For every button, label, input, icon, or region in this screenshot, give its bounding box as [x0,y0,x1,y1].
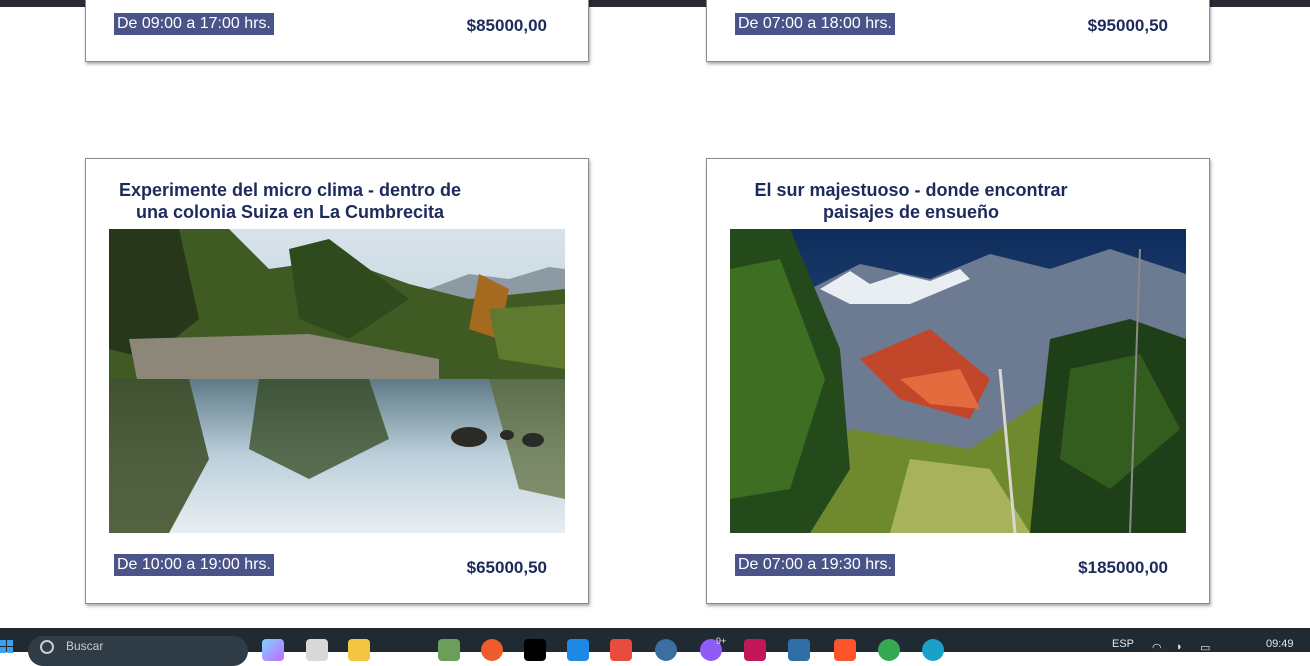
copilot-icon[interactable] [262,639,284,661]
schedule-badge: De 07:00 a 18:00 hrs. [735,13,895,35]
vscode-icon[interactable] [567,639,589,661]
price-label: $65000,50 [466,558,547,577]
app-icon[interactable] [655,639,677,661]
tour-card-2[interactable]: De 07:00 a 18:00 hrs. $95000,50 [706,0,1210,62]
tour-card-1[interactable]: De 09:00 a 17:00 hrs. $85000,00 [85,0,589,62]
card-title: El sur majestuoso - donde encontrar pais… [754,180,1068,222]
price-label: $185000,00 [1078,558,1168,577]
schedule-badge: De 10:00 a 19:00 hrs. [114,554,274,576]
pen-icon[interactable] [524,639,546,661]
active-app-icon[interactable] [610,639,632,661]
app-icon[interactable] [438,639,460,661]
river-landscape-image [109,229,565,533]
tour-card-la-cumbrecita[interactable]: Experimente del micro clima - dentro de … [85,158,589,604]
schedule-badge: De 07:00 a 19:30 hrs. [735,554,895,576]
price-label: $95000,50 [1087,16,1168,35]
card-title: Experimente del micro clima - dentro de … [118,180,462,222]
folder-icon[interactable] [348,639,370,661]
taskbar: Buscar 9+ ESP ◠ ◗ ▭ 09:49 [0,628,1310,666]
git-tool-icon[interactable] [481,639,503,661]
battery-icon[interactable]: ▭ [1200,641,1210,654]
price-label: $85000,00 [466,16,547,35]
schedule-badge: De 09:00 a 17:00 hrs. [114,13,274,35]
intellij-icon[interactable] [744,639,766,661]
wifi-icon[interactable]: ◠ [1152,641,1162,654]
notification-badge: 9+ [716,636,727,646]
language-indicator[interactable]: ESP [1112,638,1134,650]
chrome-icon[interactable] [878,639,900,661]
database-icon[interactable] [788,639,810,661]
tour-card-el-sur[interactable]: El sur majestuoso - donde encontrar pais… [706,158,1210,604]
volume-icon[interactable]: ◗ [1176,641,1183,653]
clock[interactable]: 09:49 [1266,638,1294,650]
mountain-landscape-image [730,229,1186,533]
file-manager-icon[interactable] [306,639,328,661]
search-placeholder: Buscar [66,639,104,653]
taskbar-search-box[interactable]: Buscar [28,636,248,666]
edge-icon[interactable] [922,639,944,661]
brave-icon[interactable] [834,639,856,661]
